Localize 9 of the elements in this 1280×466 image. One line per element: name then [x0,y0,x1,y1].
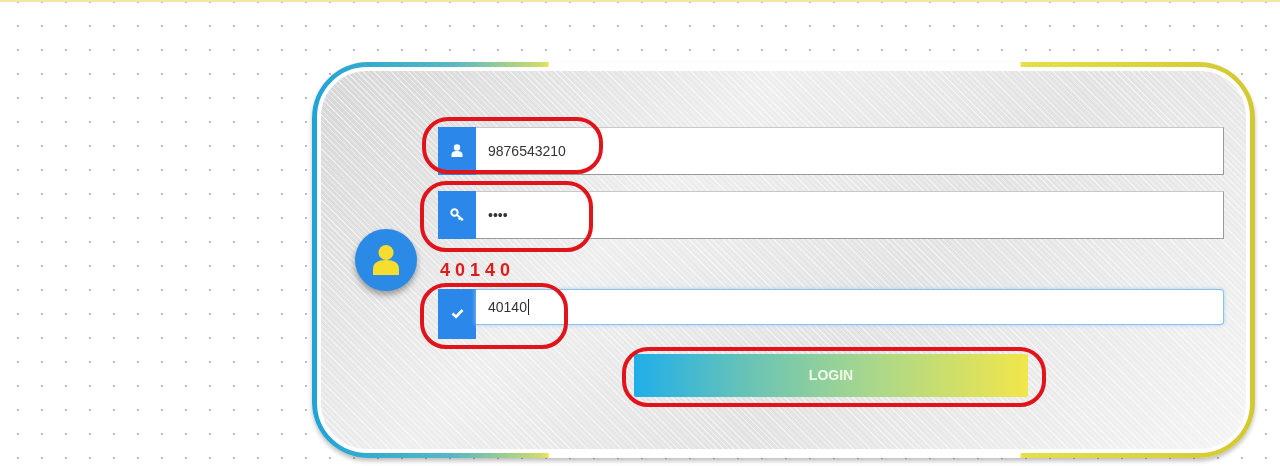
user-icon [451,144,463,157]
avatar-icon [355,229,417,291]
key-icon [449,208,465,221]
username-field[interactable]: 9876543210 [476,126,1224,175]
check-icon [450,308,464,319]
captcha-code: 40140 [440,259,516,280]
password-field[interactable]: •••• [476,190,1224,239]
captcha-field[interactable]: 40140 [476,288,1224,325]
text-cursor [527,298,529,315]
